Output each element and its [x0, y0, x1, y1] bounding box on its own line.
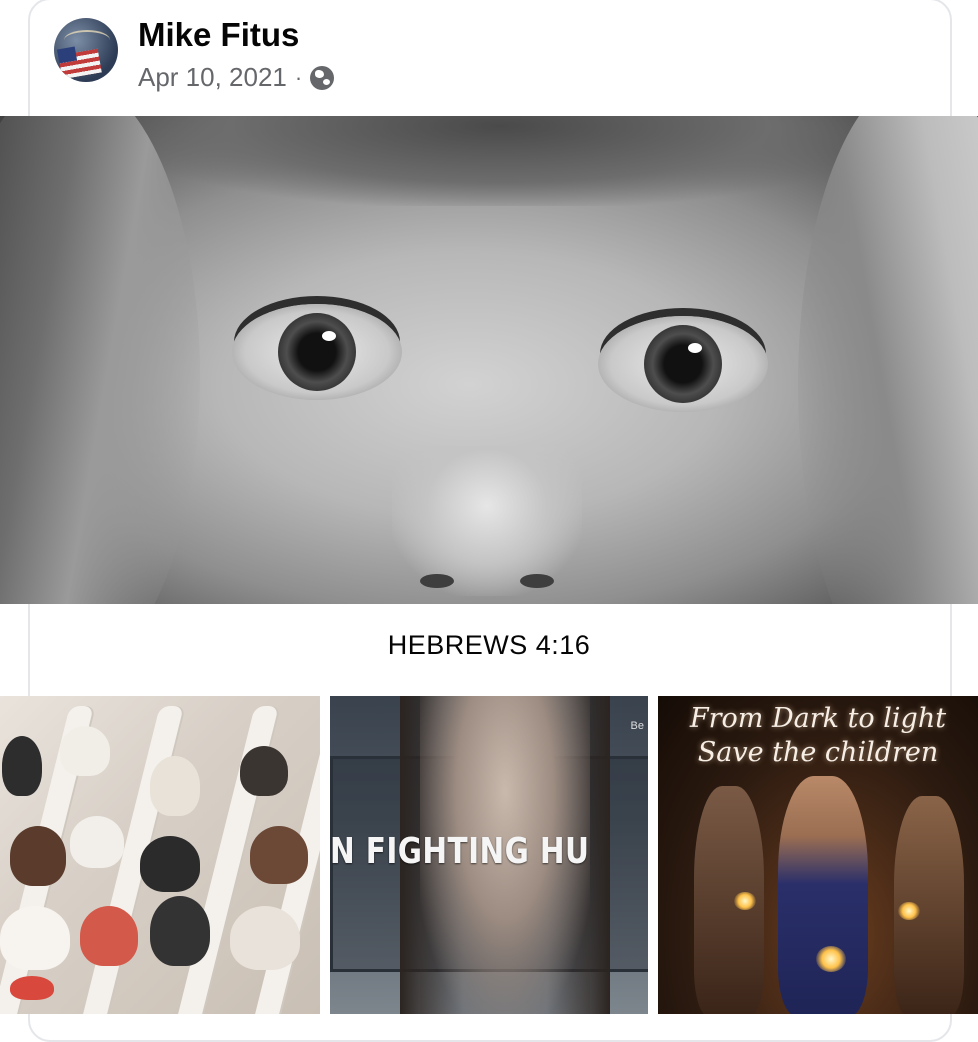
person — [70, 816, 124, 868]
candle-flame — [898, 902, 920, 920]
candle-flame — [816, 946, 846, 972]
candle-text-line1: From Dark to light — [689, 703, 947, 734]
person — [10, 826, 66, 886]
nostril — [520, 574, 554, 588]
person — [60, 726, 110, 776]
photo-tile-prayer[interactable] — [0, 696, 320, 1014]
globe-icon[interactable] — [310, 65, 335, 90]
candle-flame — [734, 892, 756, 910]
bus-corner-text: Be — [630, 720, 644, 732]
person — [140, 836, 200, 892]
meta-separator: · — [294, 64, 303, 90]
left-eye — [232, 304, 402, 400]
post-caption: HEBREWS 4:16 — [387, 630, 591, 660]
person — [250, 826, 308, 884]
nostril — [420, 574, 454, 588]
person — [0, 906, 70, 970]
nose — [392, 446, 582, 596]
person — [80, 906, 138, 966]
person — [150, 896, 210, 966]
person — [150, 756, 200, 816]
post-meta: Apr 10, 2021 · — [138, 62, 335, 93]
hair-right — [798, 116, 978, 604]
child-center — [778, 776, 868, 1014]
right-eye — [598, 316, 768, 412]
photo-tile-bus[interactable]: Be N FIGHTING HUMAN TR — [330, 696, 648, 1014]
author-avatar[interactable] — [54, 18, 118, 82]
photo-tile-candles[interactable]: From Dark to light Save the children — [658, 696, 978, 1014]
hair-left — [0, 116, 200, 604]
person — [10, 976, 54, 1000]
candle-text-line2: Save the children — [697, 737, 939, 768]
author-name[interactable]: Mike Fitus — [138, 16, 299, 54]
person — [2, 736, 42, 796]
person — [240, 746, 288, 796]
post-main-image[interactable] — [0, 116, 978, 604]
post-date[interactable]: Apr 10, 2021 — [138, 62, 287, 93]
bus-banner-text: N FIGHTING HUMAN TR — [330, 831, 591, 872]
hair-top — [120, 116, 880, 206]
person — [230, 906, 300, 970]
